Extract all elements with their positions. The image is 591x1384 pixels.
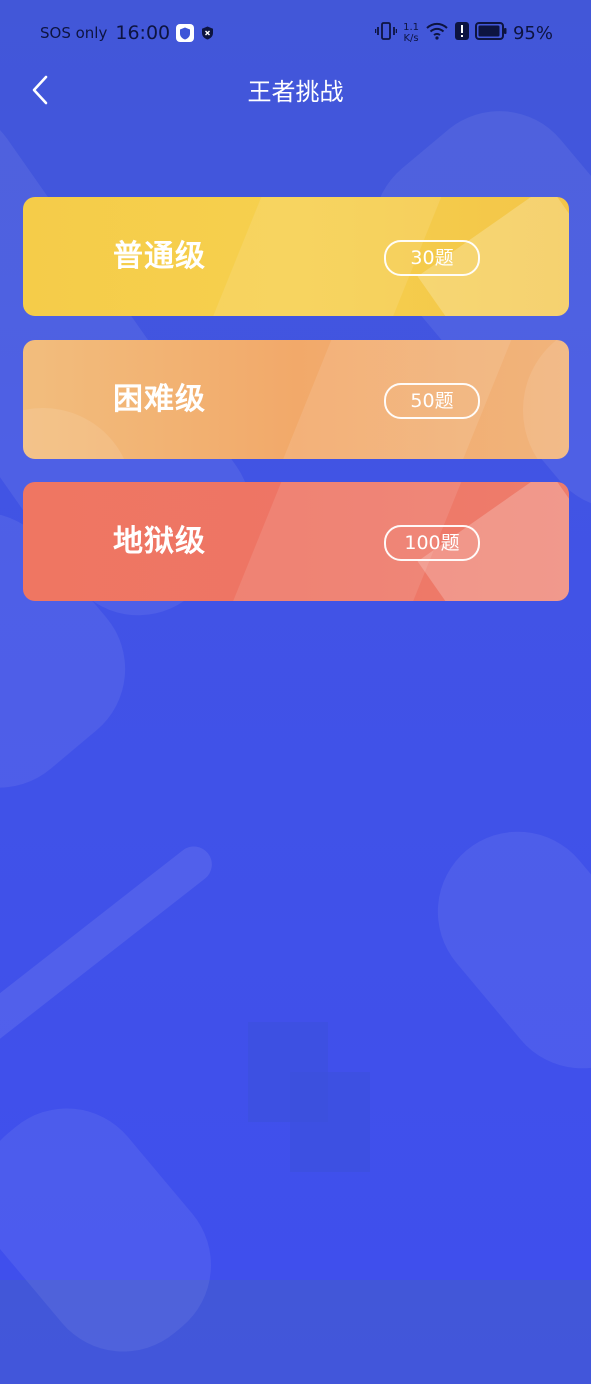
page-title: 王者挑战 — [247, 78, 344, 106]
battery-percent: 95% — [512, 22, 553, 44]
alert-icon — [454, 22, 469, 44]
question-count-badge: 100题 — [384, 525, 480, 561]
background-blur — [290, 1072, 370, 1172]
vibrate-icon — [374, 21, 398, 45]
back-button[interactable] — [22, 74, 58, 110]
status-right: 1.1 K/s 95% — [374, 18, 553, 48]
level-card-hell[interactable]: 地狱级 100题 — [23, 482, 569, 601]
card-decoration — [523, 340, 569, 459]
status-left: SOS only 16:00 — [40, 20, 214, 46]
question-count-badge: 50题 — [384, 383, 480, 419]
battery-icon — [474, 22, 507, 44]
status-time: 16:00 — [115, 22, 171, 44]
shield-icon — [176, 24, 195, 42]
background-stripe — [0, 839, 220, 1071]
level-card-hard[interactable]: 困难级 50题 — [23, 340, 569, 459]
sos-status: SOS only — [40, 24, 108, 42]
network-speed: 1.1 K/s — [403, 22, 419, 44]
background-shape — [0, 1075, 244, 1384]
background-shape — [405, 798, 591, 1102]
chevron-left-icon — [30, 75, 50, 109]
level-label: 地狱级 — [113, 524, 206, 559]
question-count-badge: 30题 — [384, 240, 480, 276]
wifi-icon — [425, 22, 449, 44]
speed-value: 1.1 — [403, 22, 419, 33]
shield-x-icon — [200, 26, 214, 40]
level-label: 困难级 — [113, 382, 206, 417]
speed-unit: K/s — [403, 33, 419, 44]
level-card-normal[interactable]: 普通级 30题 — [23, 197, 569, 316]
status-bar: SOS only 16:00 1.1 K/s 95% — [0, 0, 591, 66]
level-label: 普通级 — [113, 239, 206, 274]
